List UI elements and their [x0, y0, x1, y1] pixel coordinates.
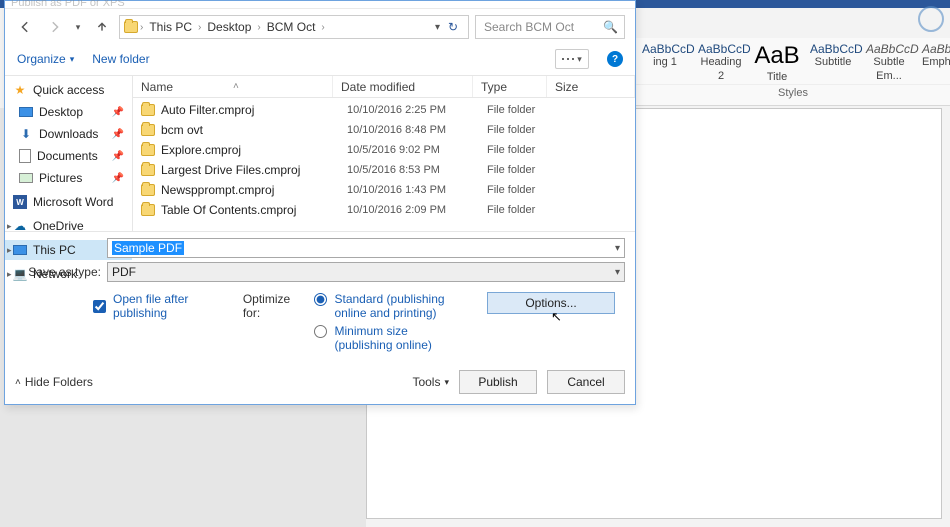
sort-asc-icon: ˄ — [233, 81, 239, 92]
new-folder-button[interactable]: New folder — [92, 52, 149, 66]
search-input[interactable] — [482, 19, 599, 35]
file-row[interactable]: Table Of Contents.cmproj10/10/2016 2:09 … — [133, 200, 635, 220]
column-name[interactable]: Name ˄ — [133, 76, 333, 97]
cancel-button[interactable]: Cancel — [547, 370, 625, 394]
nav-pictures[interactable]: Pictures 📌 — [5, 168, 132, 188]
folder-icon — [141, 204, 155, 216]
expand-icon[interactable]: ▸ — [7, 221, 12, 232]
savetype-value: PDF — [112, 265, 136, 279]
style-gallery-item[interactable]: AaBbCcDEmphasis — [922, 42, 950, 84]
nav-onedrive[interactable]: ▸ ☁ OneDrive — [5, 216, 132, 236]
breadcrumb-this-pc[interactable]: This PC — [145, 18, 196, 36]
column-date[interactable]: Date modified — [333, 76, 473, 97]
nav-microsoft-word[interactable]: W Microsoft Word — [5, 192, 132, 212]
style-gallery-item[interactable]: AaBbCcDSubtle Em... — [866, 42, 912, 84]
style-gallery-item[interactable]: AaBbCcDing 1 — [642, 42, 688, 84]
desktop-icon — [19, 107, 33, 117]
chevron-down-icon: ▾ — [70, 54, 75, 65]
nav-back-button[interactable] — [15, 16, 37, 38]
nav-forward-button[interactable] — [43, 16, 65, 38]
folder-icon — [141, 124, 155, 136]
pin-icon: 📌 — [112, 129, 124, 140]
column-type[interactable]: Type — [473, 76, 547, 97]
pin-icon: 📌 — [112, 107, 124, 118]
column-headers[interactable]: Name ˄ Date modified Type Size — [133, 76, 635, 98]
expand-icon[interactable]: ▸ — [7, 245, 12, 256]
view-mode-button[interactable]: ▾ — [555, 49, 589, 69]
search-box[interactable]: 🔍 — [475, 15, 625, 39]
navigation-pane: ★ Quick access Desktop 📌 ⬇ Downloads 📌 D… — [5, 76, 133, 231]
word-ribbon-styles-group: AaBbCcDing 1AaBbCcDHeading 2AaBTitleAaBb… — [636, 38, 950, 106]
nav-quick-access[interactable]: ★ Quick access — [5, 80, 132, 100]
chevron-down-icon: ▾ — [444, 377, 449, 388]
optimize-minimum-radio[interactable]: Minimum size (publishing online) — [309, 324, 469, 352]
help-button[interactable]: ? — [607, 51, 623, 67]
nav-downloads[interactable]: ⬇ Downloads 📌 — [5, 124, 132, 144]
organize-label: Organize — [17, 52, 66, 66]
address-breadcrumb[interactable]: › This PC › Desktop › BCM Oct › ▾ ↻ — [119, 15, 469, 39]
nav-desktop[interactable]: Desktop 📌 — [5, 102, 132, 122]
filename-input[interactable]: Sample PDF ▾ — [107, 238, 625, 258]
watermark-icon — [918, 6, 944, 32]
chevron-down-icon[interactable]: ▾ — [615, 243, 620, 254]
folder-icon — [141, 104, 155, 116]
dialog-titlebar[interactable]: Publish as PDF or XPS — [5, 1, 635, 9]
file-row[interactable]: bcm ovt10/10/2016 8:48 PMFile folder — [133, 120, 635, 140]
search-icon: 🔍 — [603, 20, 618, 34]
nav-documents[interactable]: Documents 📌 — [5, 146, 132, 166]
ribbon-group-label: Styles — [636, 84, 950, 99]
savetype-select[interactable]: PDF ▾ — [107, 262, 625, 282]
file-row[interactable]: Newspprompt.cmproj10/10/2016 1:43 PMFile… — [133, 180, 635, 200]
optimize-for-label: Optimize for: — [243, 292, 302, 320]
nav-recent-button[interactable]: ▾ — [71, 16, 85, 38]
refresh-button[interactable]: ↻ — [444, 20, 462, 34]
this-pc-icon — [13, 245, 27, 255]
file-row[interactable]: Explore.cmproj10/5/2016 9:02 PMFile fold… — [133, 140, 635, 160]
open-after-publish-input[interactable] — [93, 300, 106, 313]
folder-icon — [141, 164, 155, 176]
column-size[interactable]: Size — [547, 76, 635, 97]
document-icon — [19, 149, 31, 163]
open-after-publish-checkbox[interactable]: Open file after publishing — [89, 292, 225, 320]
breadcrumb-current[interactable]: BCM Oct — [263, 18, 320, 36]
folder-icon — [141, 184, 155, 196]
file-row[interactable]: Largest Drive Files.cmproj10/5/2016 8:53… — [133, 160, 635, 180]
style-gallery-item[interactable]: AaBTitle — [754, 42, 800, 84]
style-gallery-item[interactable]: AaBbCcDHeading 2 — [698, 42, 744, 84]
download-icon: ⬇ — [19, 127, 33, 141]
nav-up-button[interactable] — [91, 16, 113, 38]
dialog-title: Publish as PDF or XPS — [11, 0, 125, 9]
optimize-standard-radio[interactable]: Standard (publishing online and printing… — [309, 292, 469, 320]
breadcrumb-dropdown-icon[interactable]: ▾ — [435, 22, 440, 33]
publish-pdf-dialog: Publish as PDF or XPS ▾ › This PC › Desk… — [4, 0, 636, 405]
pin-icon: 📌 — [112, 173, 124, 184]
star-icon: ★ — [13, 83, 27, 97]
folder-icon — [141, 144, 155, 156]
chevron-down-icon[interactable]: ▾ — [615, 267, 620, 278]
cursor-icon: ↖ — [551, 309, 562, 325]
word-icon: W — [13, 195, 27, 209]
onedrive-icon: ☁ — [13, 219, 27, 233]
tools-menu[interactable]: Tools ▾ — [412, 375, 449, 389]
file-row[interactable]: Auto Filter.cmproj10/10/2016 2:25 PMFile… — [133, 100, 635, 120]
filename-value: Sample PDF — [112, 241, 184, 255]
expand-icon[interactable]: ▸ — [7, 269, 12, 280]
network-icon: 💻 — [13, 267, 27, 281]
folder-icon — [124, 21, 138, 33]
style-gallery-item[interactable]: AaBbCcDSubtitle — [810, 42, 856, 84]
pictures-icon — [19, 173, 33, 183]
pin-icon: 📌 — [112, 151, 124, 162]
chevron-up-icon: ˄ — [15, 377, 21, 388]
file-list: Auto Filter.cmproj10/10/2016 2:25 PMFile… — [133, 98, 635, 222]
breadcrumb-desktop[interactable]: Desktop — [203, 18, 255, 36]
hide-folders-toggle[interactable]: ˄ Hide Folders — [15, 375, 93, 389]
publish-button[interactable]: Publish — [459, 370, 537, 394]
organize-menu[interactable]: Organize ▾ — [17, 52, 74, 66]
chevron-down-icon: ▾ — [577, 54, 582, 65]
options-button[interactable]: Options... ↖ — [487, 292, 615, 314]
